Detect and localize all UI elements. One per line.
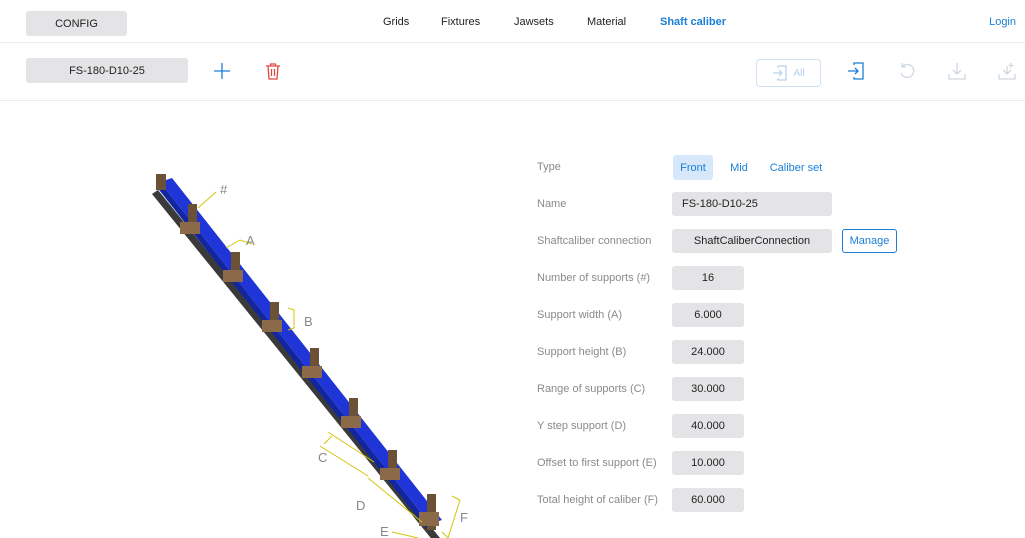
label-d: D	[356, 498, 365, 513]
connection-label: Shaftcaliber connection	[537, 235, 652, 247]
manage-button[interactable]: Manage	[842, 229, 897, 253]
caliber-selector[interactable]: FS-180-D10-25	[26, 58, 188, 83]
toolbar: FS-180-D10-25 All	[0, 43, 1025, 101]
download-button[interactable]	[946, 60, 968, 82]
name-field[interactable]: FS-180-D10-25	[672, 192, 832, 216]
caliber-3d-preview[interactable]: # A B C D E F	[130, 160, 490, 538]
field-label: Support width (A)	[537, 309, 622, 321]
export-all-button[interactable]: All	[756, 59, 821, 87]
label-count: #	[220, 182, 228, 197]
field-label: Offset to first support (E)	[537, 457, 657, 469]
import-icon	[848, 62, 864, 80]
end-block	[156, 174, 166, 190]
nav-shaft-caliber[interactable]: Shaft caliber	[660, 16, 726, 28]
support-height-input[interactable]: 24.000	[672, 340, 744, 364]
nav-grids[interactable]: Grids	[383, 16, 409, 28]
type-label: Type	[537, 161, 561, 173]
range-of-supports-input[interactable]: 30.000	[672, 377, 744, 401]
trash-icon	[266, 63, 280, 80]
field-label: Total height of caliber (F)	[537, 494, 659, 506]
support-width-input[interactable]: 6.000	[672, 303, 744, 327]
download-all-button[interactable]	[996, 60, 1018, 82]
label-e: E	[380, 524, 389, 538]
reset-button[interactable]	[896, 60, 918, 82]
label-f: F	[460, 510, 468, 525]
delete-button[interactable]	[262, 60, 284, 82]
nav-material[interactable]: Material	[587, 16, 626, 28]
add-button[interactable]	[211, 60, 233, 82]
download-icon	[948, 63, 966, 80]
label-c: C	[318, 450, 327, 465]
nav-fixtures[interactable]: Fixtures	[441, 16, 480, 28]
number-of-supports-input[interactable]: 16	[672, 266, 744, 290]
top-bar: CONFIG Grids Fixtures Jawsets Material S…	[0, 0, 1025, 43]
type-tab-front[interactable]: Front	[673, 155, 713, 180]
label-b: B	[304, 314, 313, 329]
login-link[interactable]: Login	[989, 16, 1016, 28]
nav-jawsets[interactable]: Jawsets	[514, 16, 554, 28]
refresh-icon	[900, 63, 915, 79]
type-tab-mid[interactable]: Mid	[725, 155, 753, 180]
type-tab-caliber-set[interactable]: Caliber set	[765, 155, 827, 180]
field-label: Range of supports (C)	[537, 383, 646, 395]
name-label: Name	[537, 198, 567, 210]
export-icon	[773, 65, 788, 81]
dimension-lines	[197, 191, 461, 538]
field-label: Number of supports (#)	[537, 272, 651, 284]
label-a: A	[246, 233, 255, 248]
y-step-support-input[interactable]: 40.000	[672, 414, 744, 438]
connection-select[interactable]: ShaftCaliberConnection	[672, 229, 832, 253]
config-button[interactable]: CONFIG	[26, 11, 127, 36]
field-label: Support height (B)	[537, 346, 627, 358]
field-label: Y step support (D)	[537, 420, 627, 432]
download-all-icon	[998, 63, 1016, 80]
plus-icon	[214, 63, 230, 79]
offset-first-support-input[interactable]: 10.000	[672, 451, 744, 475]
all-label: All	[793, 67, 805, 79]
total-height-input[interactable]: 60.000	[672, 488, 744, 512]
import-button[interactable]	[845, 60, 867, 82]
